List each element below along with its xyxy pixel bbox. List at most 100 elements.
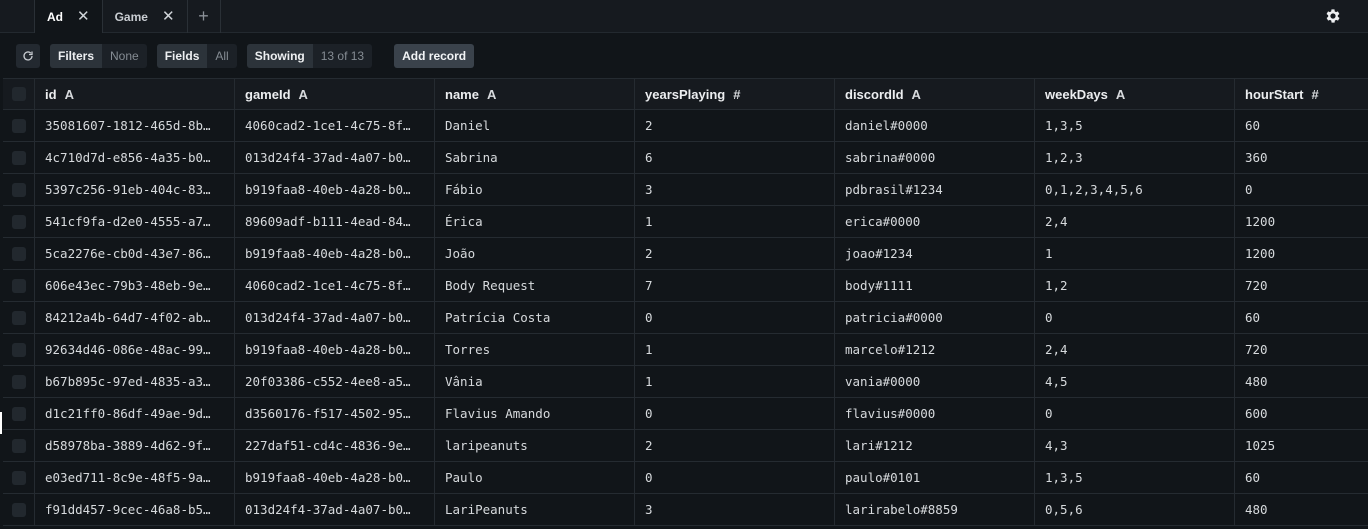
- table-cell[interactable]: joao#1234: [835, 238, 1035, 269]
- table-row[interactable]: 35081607-1812-465d-8b… 4060cad2-1ce1-4c75…: [3, 110, 1368, 142]
- column-header-gameid[interactable]: gameId A: [235, 79, 435, 109]
- table-cell[interactable]: f91dd457-9cec-46a8-b5…: [35, 494, 235, 525]
- add-record-button[interactable]: Add record: [394, 44, 475, 68]
- column-header-discordid[interactable]: discordId A: [835, 79, 1035, 109]
- row-checkbox[interactable]: [11, 214, 26, 229]
- row-checkbox[interactable]: [11, 438, 26, 453]
- row-checkbox[interactable]: [11, 246, 26, 261]
- table-cell[interactable]: 60: [1235, 110, 1368, 141]
- table-cell[interactable]: Sabrina: [435, 142, 635, 173]
- table-cell[interactable]: 480: [1235, 366, 1368, 397]
- table-cell[interactable]: Fábio: [435, 174, 635, 205]
- table-cell[interactable]: 5ca2276e-cb0d-43e7-86…: [35, 238, 235, 269]
- row-checkbox[interactable]: [11, 278, 26, 293]
- table-cell[interactable]: sabrina#0000: [835, 142, 1035, 173]
- table-cell[interactable]: 92634d46-086e-48ac-99…: [35, 334, 235, 365]
- column-header-name[interactable]: name A: [435, 79, 635, 109]
- table-cell[interactable]: 480: [1235, 494, 1368, 525]
- table-cell[interactable]: larirabelo#8859: [835, 494, 1035, 525]
- table-cell[interactable]: 0: [1035, 398, 1235, 429]
- table-cell[interactable]: 2: [635, 238, 835, 269]
- table-cell[interactable]: 60: [1235, 302, 1368, 333]
- table-cell[interactable]: 720: [1235, 334, 1368, 365]
- table-cell[interactable]: 2,4: [1035, 334, 1235, 365]
- table-cell[interactable]: 84212a4b-64d7-4f02-ab…: [35, 302, 235, 333]
- table-cell[interactable]: vania#0000: [835, 366, 1035, 397]
- table-cell[interactable]: 60: [1235, 462, 1368, 493]
- select-all-checkbox[interactable]: [11, 87, 26, 101]
- table-cell[interactable]: daniel#0000: [835, 110, 1035, 141]
- table-cell[interactable]: 1: [1035, 238, 1235, 269]
- close-icon[interactable]: ✕: [162, 9, 175, 24]
- table-row[interactable]: b67b895c-97ed-4835-a3… 20f03386-c552-4ee8…: [3, 366, 1368, 398]
- row-checkbox[interactable]: [11, 118, 26, 133]
- gear-icon[interactable]: [1324, 7, 1342, 25]
- table-cell[interactable]: 1200: [1235, 206, 1368, 237]
- table-cell[interactable]: 1,2,3: [1035, 142, 1235, 173]
- table-cell[interactable]: 5397c256-91eb-404c-83…: [35, 174, 235, 205]
- tab-game[interactable]: Game ✕: [103, 0, 188, 33]
- table-cell[interactable]: Flavius Amando: [435, 398, 635, 429]
- table-row[interactable]: 92634d46-086e-48ac-99… b919faa8-40eb-4a28…: [3, 334, 1368, 366]
- table-cell[interactable]: b919faa8-40eb-4a28-b0…: [235, 174, 435, 205]
- table-cell[interactable]: marcelo#1212: [835, 334, 1035, 365]
- table-row[interactable]: e03ed711-8c9e-48f5-9a… b919faa8-40eb-4a28…: [3, 462, 1368, 494]
- column-header-id[interactable]: id A: [35, 79, 235, 109]
- table-cell[interactable]: 541cf9fa-d2e0-4555-a7…: [35, 206, 235, 237]
- table-cell[interactable]: laripeanuts: [435, 430, 635, 461]
- table-cell[interactable]: flavius#0000: [835, 398, 1035, 429]
- table-cell[interactable]: 4,3: [1035, 430, 1235, 461]
- column-header-yearsplaying[interactable]: yearsPlaying #: [635, 79, 835, 109]
- table-cell[interactable]: 0: [1035, 302, 1235, 333]
- table-row[interactable]: d1c21ff0-86df-49ae-9d… d3560176-f517-4502…: [3, 398, 1368, 430]
- table-cell[interactable]: Paulo: [435, 462, 635, 493]
- table-cell[interactable]: 0,5,6: [1035, 494, 1235, 525]
- table-cell[interactable]: 360: [1235, 142, 1368, 173]
- table-cell[interactable]: 4060cad2-1ce1-4c75-8f…: [235, 270, 435, 301]
- table-cell[interactable]: 227daf51-cd4c-4836-9e…: [235, 430, 435, 461]
- table-cell[interactable]: 1200: [1235, 238, 1368, 269]
- table-cell[interactable]: 0: [635, 398, 835, 429]
- table-row[interactable]: 84212a4b-64d7-4f02-ab… 013d24f4-37ad-4a07…: [3, 302, 1368, 334]
- table-cell[interactable]: 6: [635, 142, 835, 173]
- refresh-button[interactable]: [16, 44, 40, 68]
- row-checkbox[interactable]: [11, 406, 26, 421]
- table-row[interactable]: 5397c256-91eb-404c-83… b919faa8-40eb-4a28…: [3, 174, 1368, 206]
- table-cell[interactable]: 0: [1235, 174, 1368, 205]
- table-cell[interactable]: 1: [635, 334, 835, 365]
- table-row[interactable]: 541cf9fa-d2e0-4555-a7… 89609adf-b111-4ead…: [3, 206, 1368, 238]
- table-cell[interactable]: Érica: [435, 206, 635, 237]
- table-cell[interactable]: 4c710d7d-e856-4a35-b0…: [35, 142, 235, 173]
- showing-control[interactable]: Showing 13 of 13: [246, 44, 373, 68]
- row-checkbox[interactable]: [11, 374, 26, 389]
- table-row[interactable]: 4c710d7d-e856-4a35-b0… 013d24f4-37ad-4a07…: [3, 142, 1368, 174]
- tab-ad[interactable]: Ad ✕: [35, 0, 103, 33]
- table-cell[interactable]: 20f03386-c552-4ee8-a5…: [235, 366, 435, 397]
- table-row[interactable]: 5ca2276e-cb0d-43e7-86… b919faa8-40eb-4a28…: [3, 238, 1368, 270]
- table-cell[interactable]: 013d24f4-37ad-4a07-b0…: [235, 494, 435, 525]
- table-cell[interactable]: patricia#0000: [835, 302, 1035, 333]
- table-cell[interactable]: 606e43ec-79b3-48eb-9e…: [35, 270, 235, 301]
- table-cell[interactable]: 1: [635, 206, 835, 237]
- filters-control[interactable]: Filters None: [50, 44, 147, 68]
- table-cell[interactable]: 2: [635, 110, 835, 141]
- table-cell[interactable]: pdbrasil#1234: [835, 174, 1035, 205]
- table-cell[interactable]: 2,4: [1035, 206, 1235, 237]
- table-cell[interactable]: d1c21ff0-86df-49ae-9d…: [35, 398, 235, 429]
- row-checkbox[interactable]: [11, 502, 26, 517]
- add-tab-button[interactable]: +: [188, 0, 221, 33]
- table-cell[interactable]: d3560176-f517-4502-95…: [235, 398, 435, 429]
- table-cell[interactable]: 1025: [1235, 430, 1368, 461]
- column-header-hourstart[interactable]: hourStart #: [1235, 79, 1368, 109]
- table-cell[interactable]: 7: [635, 270, 835, 301]
- table-cell[interactable]: 1: [635, 366, 835, 397]
- table-cell[interactable]: 3: [635, 494, 835, 525]
- table-cell[interactable]: erica#0000: [835, 206, 1035, 237]
- table-cell[interactable]: 013d24f4-37ad-4a07-b0…: [235, 302, 435, 333]
- table-cell[interactable]: b67b895c-97ed-4835-a3…: [35, 366, 235, 397]
- table-cell[interactable]: 4060cad2-1ce1-4c75-8f…: [235, 110, 435, 141]
- table-cell[interactable]: 89609adf-b111-4ead-84…: [235, 206, 435, 237]
- table-cell[interactable]: Vânia: [435, 366, 635, 397]
- table-cell[interactable]: 3: [635, 174, 835, 205]
- table-cell[interactable]: Body Request: [435, 270, 635, 301]
